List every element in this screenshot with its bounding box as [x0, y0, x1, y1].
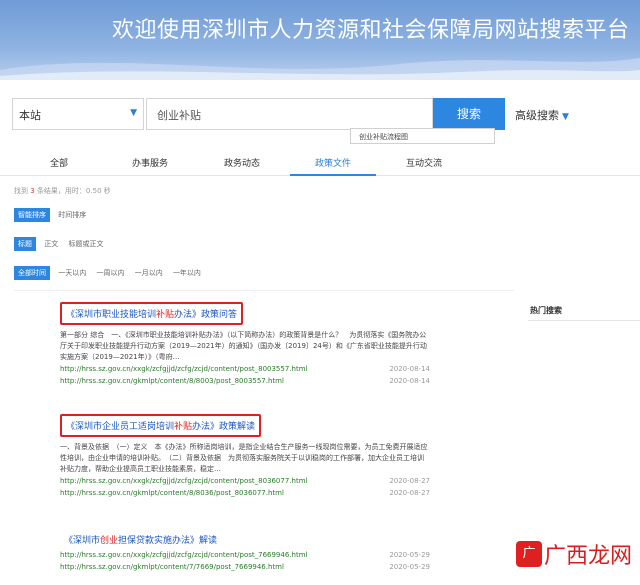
scope-value: 本站 [19, 109, 41, 122]
result-url[interactable]: http://hrss.sz.gov.cn/gkmlpt/content/7/7… [60, 561, 430, 573]
watermark-logo: 广广西龙网 [516, 538, 632, 570]
header-banner: 欢迎使用深圳市人力资源和社会保障局网站搜索平台 [0, 0, 640, 80]
result-date: 2020-05-29 [389, 551, 430, 559]
result-url[interactable]: http://hrss.sz.gov.cn/gkmlpt/content/8/8… [60, 375, 430, 387]
time-year[interactable]: 一年以内 [173, 268, 201, 278]
tab-services[interactable]: 办事服务 [132, 156, 168, 169]
tab-news[interactable]: 政务动态 [224, 156, 260, 169]
result-date: 2020-08-14 [389, 365, 430, 373]
result-date: 2020-08-27 [389, 489, 430, 497]
result-snippet: 第一部分 综合 一、《深圳市职业技能培训补贴办法》（以下简称办法）的政策背景是什… [60, 331, 427, 361]
result-title-link[interactable]: 《深圳市创业担保贷款实施办法》解读 [60, 530, 221, 549]
result-count-number: 3 [30, 187, 35, 195]
sort-filter: 智能排序 时间排序 [14, 208, 94, 222]
result-count: 找到 3 条结果，用时：0.50 秒 [14, 187, 111, 195]
search-suggestion[interactable]: 创业补贴流程图 [350, 128, 495, 144]
tab-interaction[interactable]: 互动交流 [406, 156, 442, 169]
search-result: 《深圳市创业担保贷款实施办法》解读 http://hrss.sz.gov.cn/… [60, 528, 430, 573]
result-title-link[interactable]: 《深圳市职业技能培训补贴办法》政策问答 [60, 302, 244, 325]
result-title-link[interactable]: 《深圳市企业员工适岗培训补贴办法》政策解读 [60, 414, 262, 437]
result-date: 2020-08-14 [389, 377, 430, 385]
scope-select[interactable]: 本站 ▼ [12, 98, 144, 130]
active-tab-indicator [290, 174, 376, 176]
time-month[interactable]: 一月以内 [135, 268, 163, 278]
sort-time[interactable]: 时间排序 [58, 210, 86, 220]
divider [528, 320, 640, 321]
field-title-or-body[interactable]: 标题或正文 [68, 239, 103, 249]
tab-all[interactable]: 全部 [50, 156, 68, 169]
tab-policy-documents[interactable]: 政策文件 [315, 156, 351, 169]
time-filter: 全部时间 一天以内 一周以内 一月以内 一年以内 [14, 266, 209, 280]
watermark-icon: 广 [516, 541, 542, 567]
watermark-text: 广西龙网 [544, 544, 633, 569]
category-tabs: 全部 办事服务 政务动态 政策文件 互动交流 [0, 148, 640, 176]
sort-smart[interactable]: 智能排序 [14, 208, 50, 222]
field-title[interactable]: 标题 [14, 237, 36, 251]
result-url[interactable]: http://hrss.sz.gov.cn/xxgk/zcfgjjd/zcfg/… [60, 475, 430, 487]
search-button[interactable]: 搜索 [433, 98, 505, 130]
search-result: 《深圳市企业员工适岗培训补贴办法》政策解读 一、背景及依据 （一）定义 本《办法… [60, 414, 430, 499]
time-all[interactable]: 全部时间 [14, 266, 50, 280]
time-day[interactable]: 一天以内 [58, 268, 86, 278]
chevron-down-icon: ▼ [562, 112, 569, 122]
search-bar: 本站 ▼ 创业补贴 搜索 高级搜索 ▼ [0, 98, 640, 130]
result-date: 2020-05-29 [389, 563, 430, 571]
field-filter: 标题 正文 标题或正文 [14, 237, 111, 251]
result-snippet: 一、背景及依据 （一）定义 本《办法》所称适岗培训，是指企业结合生产服务一线现岗… [60, 443, 428, 473]
banner-wave-decoration [0, 58, 640, 80]
advanced-search-link[interactable]: 高级搜索 ▼ [515, 107, 569, 123]
divider [14, 290, 514, 291]
result-url[interactable]: http://hrss.sz.gov.cn/xxgk/zcfgjjd/zcfg/… [60, 549, 430, 561]
result-url[interactable]: http://hrss.sz.gov.cn/gkmlpt/content/8/8… [60, 487, 430, 499]
search-result: 《深圳市职业技能培训补贴办法》政策问答 第一部分 综合 一、《深圳市职业技能培训… [60, 302, 430, 387]
result-date: 2020-08-27 [389, 477, 430, 485]
field-body[interactable]: 正文 [44, 239, 58, 249]
hot-search-heading: 热门搜索 [530, 306, 562, 315]
advanced-search-label: 高级搜索 [515, 109, 559, 122]
time-week[interactable]: 一周以内 [96, 268, 124, 278]
result-url[interactable]: http://hrss.sz.gov.cn/xxgk/zcfgjjd/zcfg/… [60, 363, 430, 375]
search-input[interactable]: 创业补贴 [146, 98, 433, 130]
chevron-down-icon: ▼ [130, 108, 137, 118]
site-title: 欢迎使用深圳市人力资源和社会保障局网站搜索平台 [112, 18, 630, 43]
